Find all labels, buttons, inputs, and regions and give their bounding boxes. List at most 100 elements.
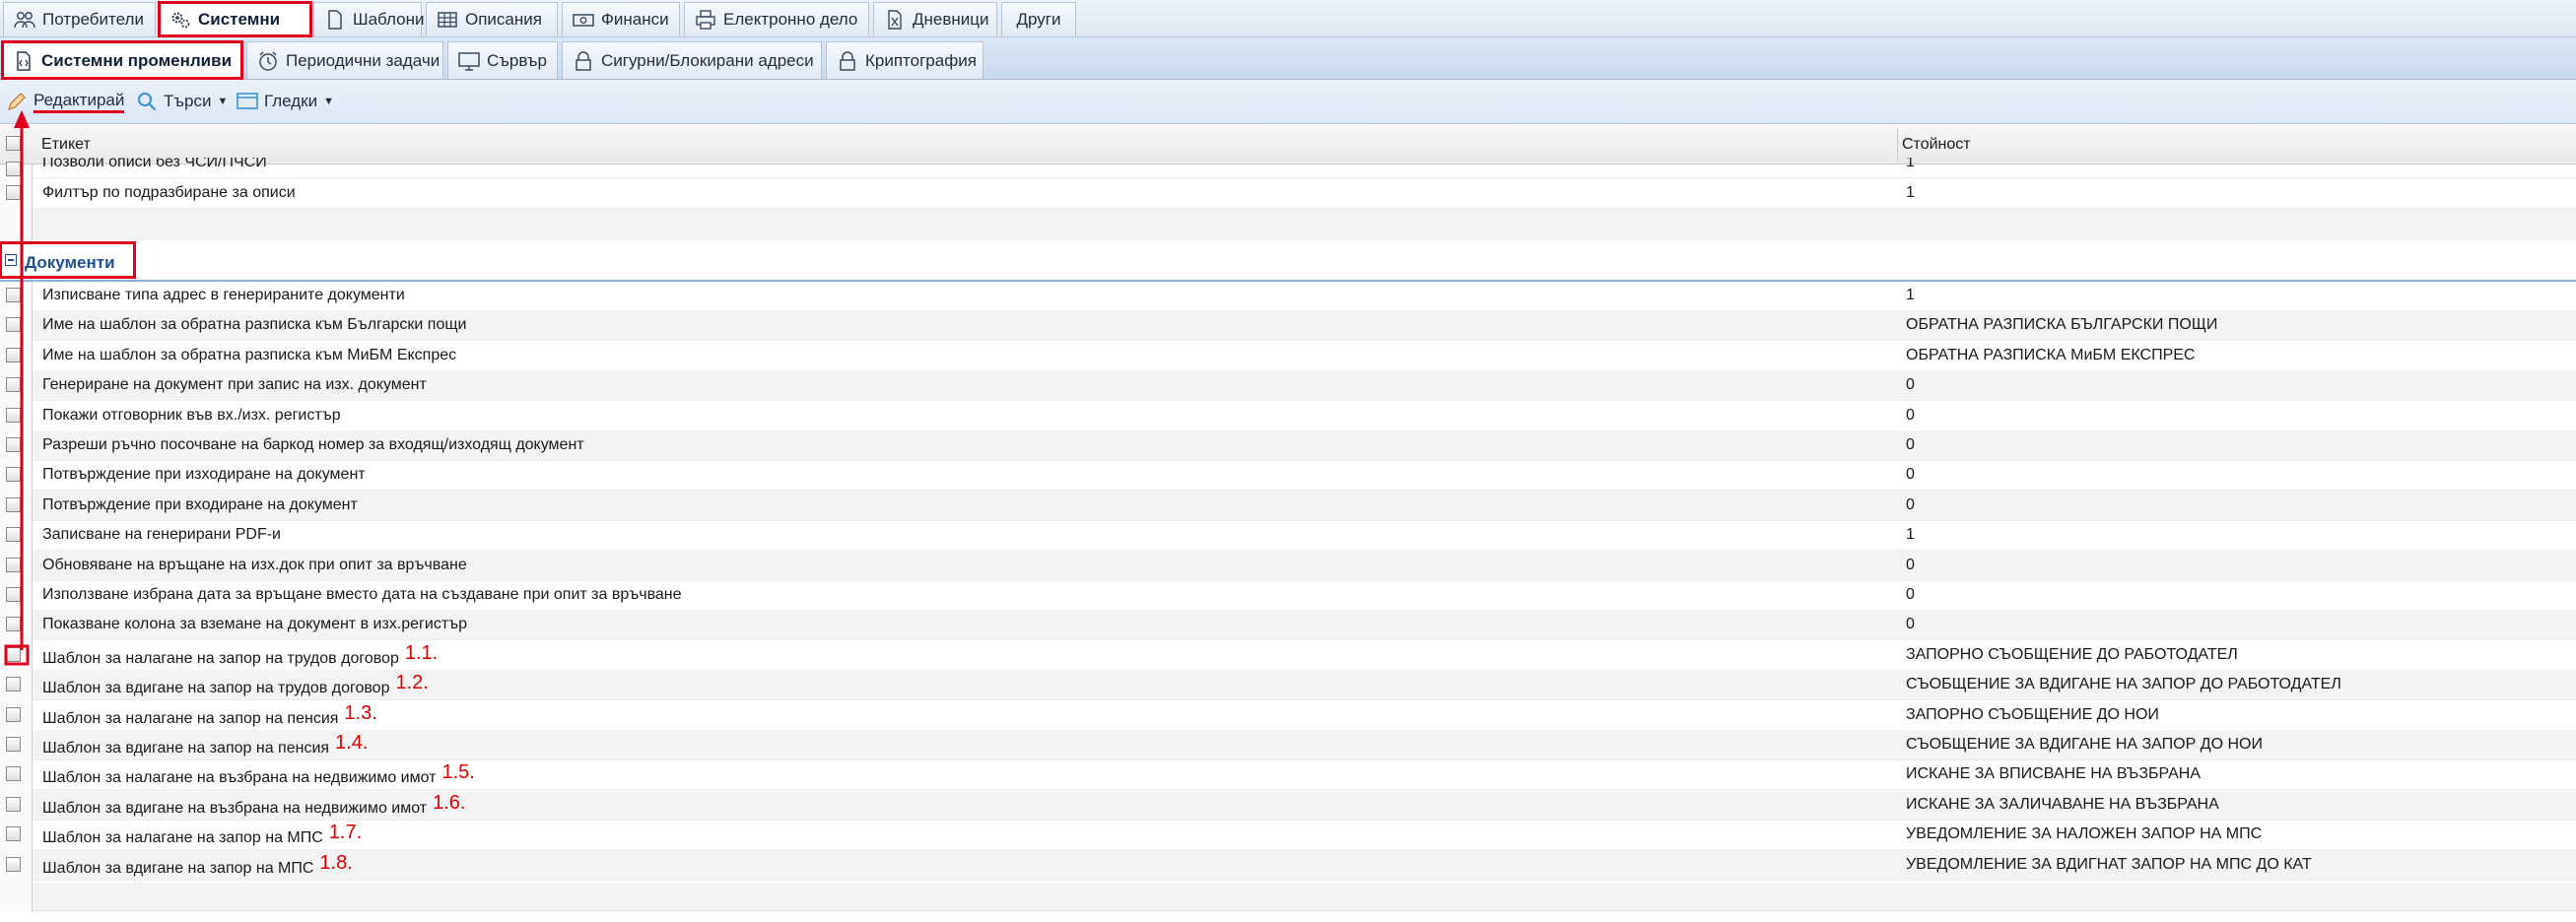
table-row[interactable]: Потвърждение при входиране на документ 0: [33, 491, 2576, 521]
row-checkbox[interactable]: [6, 317, 21, 332]
row-checkbox[interactable]: [6, 558, 21, 572]
row-label: Шаблон за вдигане на възбрана на недвижи…: [42, 792, 465, 819]
tab-users[interactable]: Потребители: [3, 2, 156, 36]
table-row[interactable]: Използване избрана дата за връщане вмест…: [33, 580, 2576, 611]
select-all-checkbox[interactable]: [6, 136, 21, 151]
row-checkbox[interactable]: [6, 467, 21, 482]
tab-cryptography-label: Криптография: [865, 50, 977, 70]
row-checkbox[interactable]: [6, 185, 21, 200]
row-checkbox[interactable]: [6, 707, 21, 722]
row-value: 1: [1906, 526, 1915, 543]
row-checkbox[interactable]: [6, 737, 21, 752]
row-label-text: Шаблон за вдигане на запор на МПС: [42, 860, 314, 877]
column-header-value[interactable]: Стойност: [1902, 136, 1971, 154]
row-checkbox[interactable]: [6, 677, 21, 692]
printer-icon: [695, 9, 716, 31]
row-checkbox[interactable]: [6, 826, 21, 841]
search-button[interactable]: Търси ▼: [136, 88, 228, 115]
column-separator[interactable]: [1897, 128, 1898, 160]
row-value: 0: [1906, 376, 1915, 393]
tab-secure-blocked-addresses[interactable]: Сигурни/Блокирани адреси: [562, 41, 822, 79]
table-row[interactable]: Име на шаблон за обратна разписка към Бъ…: [33, 310, 2576, 341]
row-value: СЪОБЩЕНИЕ ЗА ВДИГАНЕ НА ЗАПОР ДО РАБОТОД…: [1906, 676, 2341, 692]
users-icon: [14, 9, 35, 31]
sub-tab-bar: Системни променливи Периодични задачи Съ…: [0, 37, 2576, 80]
row-label: Шаблон за налагане на запор на пенсия 1.3…: [42, 702, 377, 729]
row-checkbox[interactable]: [6, 647, 21, 662]
row-checkbox[interactable]: [6, 527, 21, 542]
table-row[interactable]: Потвърждение при изходиране на документ 0: [33, 460, 2576, 491]
row-value: ОБРАТНА РАЗПИСКА БЪЛГАРСКИ ПОЩИ: [1906, 316, 2218, 333]
row-checkbox[interactable]: [6, 288, 21, 302]
row-value: ОБРАТНА РАЗПИСКА МиБМ ЕКСПРЕС: [1906, 347, 2196, 363]
annotation-number: 1.1.: [404, 642, 439, 664]
tab-other[interactable]: Други: [1001, 2, 1076, 36]
row-checkbox[interactable]: [6, 377, 21, 392]
row-value: 0: [1906, 586, 1915, 603]
tab-edossier[interactable]: Електронно дело: [684, 2, 869, 36]
table-row[interactable]: Позволи описи без ЧСИ/ПЧСИ 1: [33, 158, 2576, 178]
table-row[interactable]: Записване на генерирани PDF-и 1: [33, 520, 2576, 551]
tab-templates-label: Шаблони: [353, 10, 425, 29]
views-button-label: Гледки: [264, 92, 318, 110]
row-label: Изписване типа адрес в генерираните доку…: [42, 287, 405, 304]
tab-templates[interactable]: Шаблони: [313, 2, 425, 36]
table-row[interactable]: Шаблон за вдигане на запор на пенсия 1.4.…: [33, 730, 2576, 760]
group-header-documents[interactable]: [0, 242, 2576, 282]
row-label: Генериране на документ при запис на изх.…: [42, 376, 427, 394]
table-row[interactable]: Обновяване на връщане на изх.док при опи…: [33, 551, 2576, 581]
row-checkbox[interactable]: [6, 617, 21, 631]
views-button[interactable]: Гледки ▼: [237, 88, 334, 115]
tab-system[interactable]: Системни: [158, 1, 312, 37]
row-checkbox[interactable]: [6, 766, 21, 781]
table-row[interactable]: Шаблон за налагане на запор на трудов до…: [33, 640, 2576, 671]
table-row[interactable]: Шаблон за налагане на запор на пенсия 1.3…: [33, 700, 2576, 731]
table-row[interactable]: Шаблон за вдигане на възбрана на недвижи…: [33, 790, 2576, 821]
table-row[interactable]: Шаблон за вдигане на запор на трудов дог…: [33, 670, 2576, 700]
row-value: УВЕДОМЛЕНИЕ ЗА НАЛОЖЕН ЗАПОР НА МПС: [1906, 825, 2263, 842]
row-checkbox[interactable]: [6, 587, 21, 602]
table-row[interactable]: Филтър по подразбиране за описи 1: [33, 178, 2576, 209]
row-label-text: Изписване типа адрес в генерираните доку…: [42, 287, 405, 303]
row-value: УВЕДОМЛЕНИЕ ЗА ВДИГНАТ ЗАПОР НА МПС ДО К…: [1906, 856, 2312, 873]
row-label: Име на шаблон за обратна разписка към Ми…: [42, 347, 456, 364]
tab-cryptography[interactable]: Криптография: [826, 41, 983, 79]
pencil-icon: [6, 91, 28, 112]
row-checkbox[interactable]: [6, 408, 21, 423]
table-row[interactable]: Генериране на документ при запис на изх.…: [33, 370, 2576, 401]
collapse-group-icon[interactable]: [5, 254, 17, 266]
tab-descriptions[interactable]: Описания: [426, 2, 558, 36]
row-value: ИСКАНЕ ЗА ЗАЛИЧАВАНЕ НА ВЪЗБРАНА: [1906, 796, 2219, 813]
group-label: Документи: [25, 253, 115, 272]
table-row[interactable]: Показване колона за вземане на документ …: [33, 610, 2576, 640]
row-label-text: Шаблон за налагане на запор на трудов до…: [42, 650, 399, 667]
row-checkbox[interactable]: [6, 162, 21, 176]
table-row[interactable]: Шаблон за налагане на възбрана на недвиж…: [33, 759, 2576, 790]
excel-icon: [884, 9, 906, 31]
tab-system-variables[interactable]: Системни променливи: [1, 40, 243, 80]
lock-icon: [573, 50, 594, 72]
row-checkbox[interactable]: [6, 797, 21, 812]
table-row[interactable]: Име на шаблон за обратна разписка към Ми…: [33, 341, 2576, 371]
table-row[interactable]: Шаблон за вдигане на запор на МПС 1.8. УВЕ…: [33, 850, 2576, 881]
tab-finance[interactable]: Финанси: [562, 2, 680, 36]
row-checkbox[interactable]: [6, 437, 21, 452]
row-value: 0: [1906, 496, 1915, 513]
edit-button[interactable]: Редактирай: [6, 88, 125, 115]
row-checkbox[interactable]: [6, 497, 21, 512]
tab-periodic-tasks[interactable]: Периодични задачи: [246, 41, 443, 79]
table-row[interactable]: Разреши ръчно посочване на баркод номер …: [33, 430, 2576, 461]
annotation-number: 1.8.: [319, 852, 353, 874]
grid-footer-row: [33, 883, 2576, 911]
table-row[interactable]: Шаблон за налагане на запор на МПС 1.7. УВ…: [33, 820, 2576, 850]
tab-journals[interactable]: Дневници: [873, 2, 997, 36]
annotation-number: 1.6.: [433, 792, 466, 814]
row-label: Шаблон за вдигане на запор на пенсия 1.4.: [42, 732, 368, 758]
table-row[interactable]: Изписване типа адрес в генерираните доку…: [33, 281, 2576, 311]
row-checkbox[interactable]: [6, 857, 21, 872]
column-header-label[interactable]: Етикет: [41, 136, 91, 154]
tab-server[interactable]: Сървър: [447, 41, 558, 79]
row-checkbox[interactable]: [6, 348, 21, 362]
table-row[interactable]: Покажи отговорник във вх./изх. регистър 0: [33, 401, 2576, 431]
row-label: Обновяване на връщане на изх.док при опи…: [42, 557, 467, 574]
